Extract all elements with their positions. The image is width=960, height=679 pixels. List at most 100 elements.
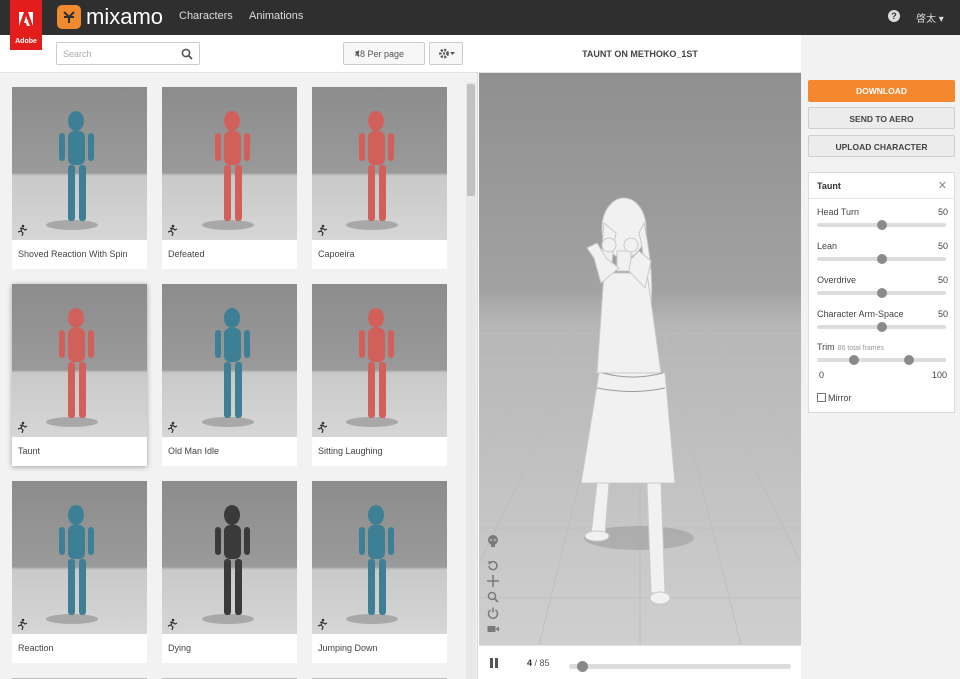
grid-scrollbar[interactable] [466,82,476,679]
arm-space-label: Character Arm-Space [817,309,904,319]
animation-thumbnail [162,87,297,240]
search-box[interactable] [56,42,200,65]
power-icon[interactable] [487,607,499,619]
character-figure [202,505,254,624]
slider-handle[interactable] [876,322,887,332]
animation-card[interactable]: Sitting Laughing [312,284,447,466]
total-frames: / 85 [534,658,550,668]
slider-handle[interactable] [876,288,887,298]
animation-name: Reaction [18,643,54,653]
trim-slider[interactable] [817,355,946,365]
animation-properties: Taunt ✕ Head Turn 50 Lean 50 Overdrive 5… [808,172,955,413]
animation-name: Jumping Down [318,643,378,653]
animation-card[interactable]: Reaction [12,481,147,663]
running-figure-icon [317,421,328,433]
nav-animations[interactable]: Animations [249,10,303,22]
pause-button[interactable] [489,658,499,668]
move-icon[interactable] [487,575,499,587]
per-page-select[interactable]: 48 Per page ▾ [343,42,425,65]
animation-viewer: TAUNT ON METHOKO_1ST 4 / 85 [479,35,801,679]
running-figure-icon [317,618,328,630]
animation-card[interactable]: Shoved Reaction With Spin [12,87,147,269]
search-icon[interactable] [181,48,193,60]
chevron-down-icon: ▾ [355,48,360,58]
user-menu[interactable]: 啓太 ▾ [916,10,944,25]
stage-scene [479,197,801,645]
scrollbar-thumb[interactable] [467,84,475,196]
zoom-icon[interactable] [487,591,499,603]
trim-min: 0 [819,370,825,380]
lean-label: Lean [817,241,838,251]
adobe-logo[interactable]: Adobe [10,0,42,50]
running-figure-icon [317,224,328,236]
animation-thumbnail [312,87,447,240]
close-icon[interactable]: ✕ [938,179,947,192]
trim-label: Trim 86 total frames [817,342,884,352]
animation-name: Shoved Reaction With Spin [18,249,128,259]
animation-card[interactable]: Capoeira [312,87,447,269]
caret-down-icon: ▾ [938,14,944,25]
running-figure-icon [167,421,178,433]
character-figure [346,505,398,624]
animation-thumbnail [12,87,147,240]
head-turn-label: Head Turn [817,207,860,217]
timeline-handle[interactable] [577,661,589,672]
trim-start-handle[interactable] [849,355,860,365]
browser-toolbar: 48 Per page ▾ [0,35,478,73]
adobe-text: Adobe [15,38,37,45]
help-icon[interactable]: ? [888,10,900,22]
reset-icon[interactable] [487,559,499,571]
animation-thumbnail [162,284,297,437]
slider-handle[interactable] [876,220,887,230]
animation-card[interactable]: Dying [162,481,297,663]
3d-stage[interactable] [479,73,801,645]
user-name: 啓太 [916,14,936,25]
animation-card-selected[interactable]: Taunt [12,284,147,466]
lean-slider[interactable] [817,254,946,264]
animation-thumbnail [312,284,447,437]
animation-thumbnail [162,481,297,634]
search-input[interactable] [63,47,173,61]
character-figure [46,505,98,624]
head-turn-value: 50 [937,207,948,217]
animation-thumbnail [312,481,447,634]
properties-title: Taunt [817,181,841,191]
viewer-title: TAUNT ON METHOKO_1ST [479,35,801,73]
send-to-aero-button[interactable]: SEND TO AERO [808,107,955,129]
overdrive-slider[interactable] [817,288,946,298]
gear-icon [439,48,455,59]
animation-name: Dying [168,643,192,653]
animation-grid: Shoved Reaction With Spin Defeated Capoe… [0,74,478,679]
mirror-option[interactable]: Mirror [817,393,852,403]
settings-dropdown-button[interactable] [429,42,463,65]
trim-end-handle[interactable] [903,355,914,365]
animation-name: Taunt [18,446,41,456]
skull-icon[interactable] [487,535,499,547]
animation-thumbnail [12,481,147,634]
head-turn-slider[interactable] [817,220,946,230]
slider-handle[interactable] [876,254,887,264]
mixamo-logo-icon[interactable] [57,5,81,29]
upload-character-button[interactable]: UPLOAD CHARACTER [808,135,955,157]
nav-characters[interactable]: Characters [179,10,233,22]
character-figure [46,111,98,230]
running-figure-icon [167,224,178,236]
brand-name[interactable]: mixamo [86,4,163,30]
running-figure-icon [17,224,28,236]
animation-card[interactable]: Defeated [162,87,297,269]
animation-name: Sitting Laughing [318,446,383,456]
character-figure [202,111,254,230]
animation-thumbnail [12,284,147,437]
mirror-checkbox[interactable] [817,393,826,402]
camera-icon[interactable] [487,623,499,635]
arm-space-slider[interactable] [817,322,946,332]
timeline-scrubber[interactable] [569,661,791,672]
character-figure [346,111,398,230]
animation-card[interactable]: Jumping Down [312,481,447,663]
trim-frames-count: 86 total frames [837,345,884,352]
animation-card[interactable]: Old Man Idle [162,284,297,466]
download-button[interactable]: DOWNLOAD [808,80,955,102]
overdrive-value: 50 [937,275,948,285]
running-figure-icon [167,618,178,630]
frame-readout: 4 / 85 [527,658,550,668]
